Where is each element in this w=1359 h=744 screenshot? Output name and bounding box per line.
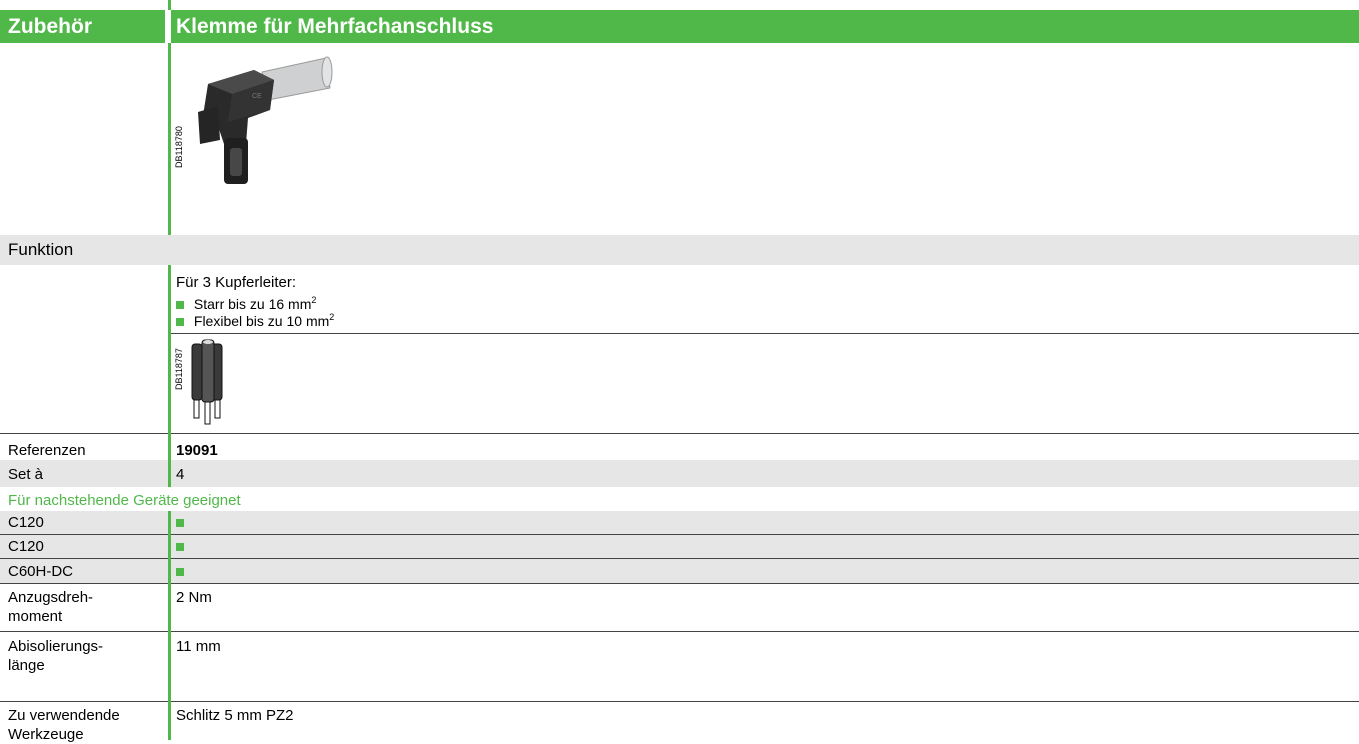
divider <box>0 701 1359 702</box>
green-square-icon <box>176 543 184 551</box>
label-line: Werkzeuge <box>8 726 84 743</box>
divider <box>171 333 1359 334</box>
set-value: 4 <box>176 466 185 483</box>
device-name: C120 <box>8 514 44 531</box>
section-title: Zubehör <box>8 15 92 38</box>
torque-value: 2 Nm <box>176 589 212 606</box>
bullet-text: Flexibel bis zu 10 mm <box>193 312 330 329</box>
green-square-icon <box>176 568 184 576</box>
conductor-image-code: DB118787 <box>174 348 184 390</box>
green-square-icon <box>176 300 184 309</box>
device-name: C120 <box>8 538 44 555</box>
tools-value: Schlitz 5 mm PZ2 <box>176 707 294 724</box>
divider <box>0 583 1359 584</box>
function-intro: Für 3 Kupferleiter: <box>176 274 297 291</box>
vertical-rule-set <box>168 460 171 487</box>
vertical-rule-top <box>168 0 171 10</box>
vertical-rule-specs <box>168 583 171 740</box>
svg-text:CE: CE <box>252 93 262 100</box>
green-square-icon <box>176 317 184 326</box>
label-line: Anzugsdreh- <box>8 589 94 606</box>
device-row <box>0 559 1359 583</box>
bullet-superscript: 2 <box>311 295 317 305</box>
vertical-rule-function <box>168 265 171 433</box>
conductor-image <box>191 339 223 425</box>
strip-length-label: Abisolierungs- länge <box>8 637 103 675</box>
vertical-rule-references <box>168 433 171 460</box>
label-line: länge <box>8 657 45 674</box>
bullet-superscript: 2 <box>329 312 335 322</box>
divider <box>0 433 1359 434</box>
set-band <box>0 460 1359 487</box>
top-partial-text <box>176 0 326 2</box>
product-image-code: DB118780 <box>174 126 184 168</box>
references-label: Referenzen <box>8 442 86 459</box>
label-line: Zu verwendende <box>8 707 120 724</box>
set-label: Set à <box>8 466 44 483</box>
divider <box>0 631 1359 632</box>
product-image: CE <box>198 56 333 184</box>
device-row <box>0 511 1359 534</box>
strip-length-value: 11 mm <box>176 638 221 655</box>
page-title-bar: Klemme für Mehrfachanschluss <box>171 10 1359 43</box>
vertical-rule-devices <box>168 511 171 583</box>
tools-label: Zu verwendende Werkzeuge <box>8 706 120 744</box>
function-band <box>0 235 1359 265</box>
label-line: moment <box>8 608 63 625</box>
section-header: Zubehör <box>0 10 165 43</box>
vertical-rule-product <box>168 43 171 235</box>
function-bullet: Flexibel bis zu 10 mm2 <box>176 309 334 329</box>
device-row <box>0 535 1359 558</box>
device-name: C60H-DC <box>8 563 74 580</box>
page-title: Klemme für Mehrfachanschluss <box>176 15 494 38</box>
reference-number: 19091 <box>176 442 218 459</box>
torque-label: Anzugsdreh- moment <box>8 588 93 626</box>
function-heading: Funktion <box>8 240 74 259</box>
green-square-icon <box>176 519 184 527</box>
label-line: Abisolierungs- <box>8 638 104 655</box>
compatible-heading: Für nachstehende Geräte geeignet <box>8 492 241 509</box>
